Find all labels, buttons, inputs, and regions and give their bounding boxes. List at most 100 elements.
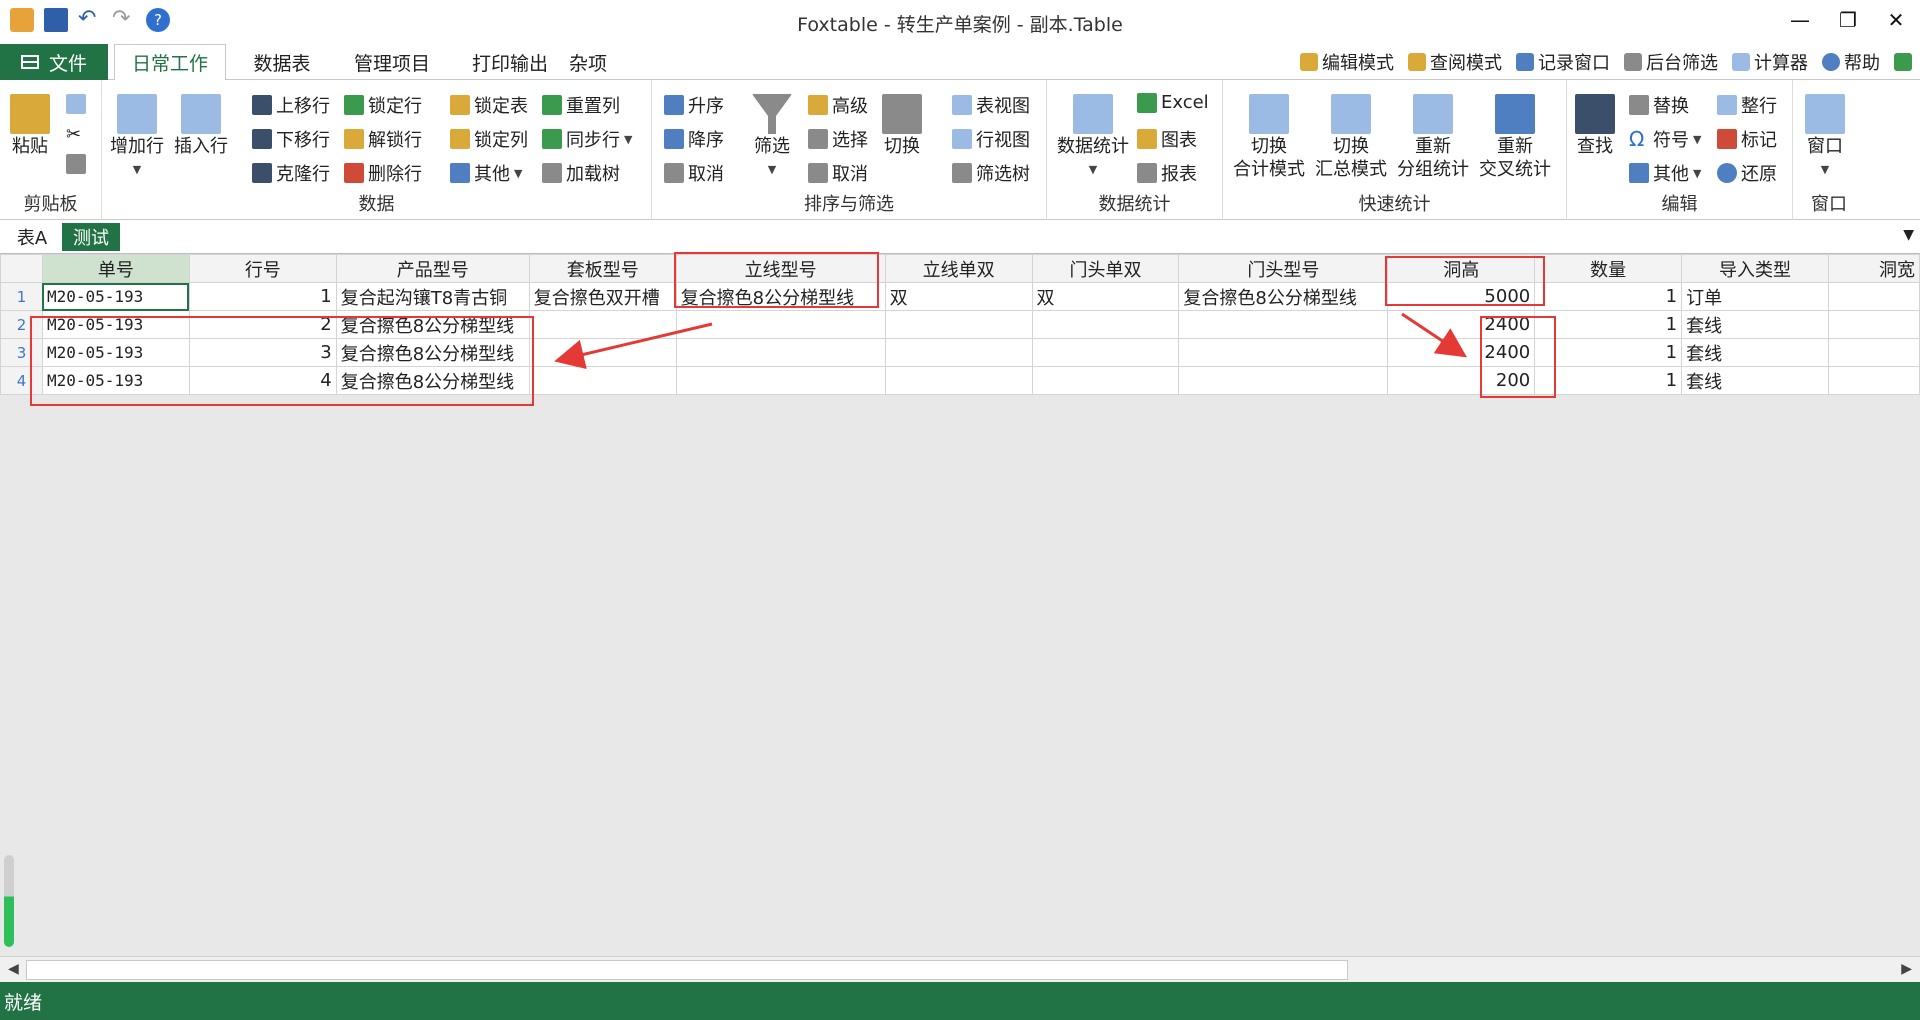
chevron-down-icon: ▼ [1820,163,1830,176]
close-button[interactable]: ✕ [1872,0,1920,40]
delete-row-button[interactable]: 删除行 [344,160,422,186]
toggle-filter-button[interactable]: 切换 [882,94,922,157]
tab-misc[interactable]: 杂项 [568,44,608,80]
group-data: 增加行 ▼ 插入行 上移行 下移行 克隆行 锁定行 解锁行 删除行 锁定表 锁定… [102,80,652,220]
chart-button[interactable]: 图表 [1137,126,1197,152]
toggle-summary-mode-button[interactable]: 切换 汇总模式 [1315,94,1387,180]
excel-button[interactable]: Excel [1137,92,1209,113]
help-button[interactable]: 帮助 [1822,49,1880,75]
title-bar: ↶ ↷ ? Foxtable - 转生产单案例 - 副本.Table — ❐ ✕ [0,0,1920,44]
copy-button[interactable] [66,94,86,114]
vertical-scrollbar-thumb[interactable] [4,855,14,947]
paste-button[interactable]: 粘贴 [10,94,50,157]
chevron-down-icon: ▼ [624,132,633,146]
move-down-button[interactable]: 下移行 [252,126,330,152]
status-text: 就绪 [4,991,43,1014]
group-data-stats: 数据统计 ▼ Excel 图表 报表 数据统计 [1047,80,1223,220]
window-icon [1805,94,1845,134]
advanced-filter-button[interactable]: 高级 [808,92,868,118]
sort-cancel-button[interactable]: 取消 [664,160,724,186]
group-window: 窗口 ▼ 窗口 [1793,80,1865,220]
sort-cancel-icon [664,163,684,183]
edit-other-button[interactable]: 其他 ▼ [1629,160,1701,186]
add-row-button[interactable]: 增加行 ▼ [110,94,164,180]
sheet-tab-test[interactable]: 测试 [62,223,120,251]
sheet-list-dropdown-icon[interactable]: ▼ [1903,227,1914,243]
tab-print-output[interactable]: 打印输出 [452,44,568,80]
sync-icon [542,129,562,149]
eraser-icon [66,154,86,174]
unlock-icon [344,129,364,149]
other-button[interactable]: 其他 ▼ [450,160,522,186]
minimize-button[interactable]: — [1776,0,1824,40]
cut-button[interactable]: ✂ [66,124,86,145]
background-filter-button[interactable]: 后台筛选 [1624,49,1718,75]
sync-row-button[interactable]: 同步行 ▼ [542,126,632,152]
window-button[interactable]: 窗口 ▼ [1805,94,1845,180]
table-view-button[interactable]: 表视图 [952,92,1030,118]
ribbon: 粘贴 ✂ 剪贴板 增加行 ▼ 插入行 上移行 下移行 克隆行 锁定行 解锁行 删… [0,80,1920,220]
load-tree-button[interactable]: 加载树 [542,160,620,186]
mark-button[interactable]: 标记 [1717,126,1777,152]
copy-icon [66,94,86,114]
view-mode-button[interactable]: 查阅模式 [1408,49,1502,75]
sheet-tab-a[interactable]: 表A [12,223,52,251]
eraser-button[interactable] [66,154,86,174]
calculator-button[interactable]: 计算器 [1732,49,1808,75]
lock-icon [450,129,470,149]
filter-button[interactable]: 筛选 ▼ [752,94,792,180]
cross-stats-icon [1495,94,1535,134]
tab-file[interactable]: 文件 [0,44,108,80]
arrow-down-icon [252,129,272,149]
edit-mode-button[interactable]: 编辑模式 [1300,49,1394,75]
row-view-button[interactable]: 行视图 [952,126,1030,152]
arrow-to-heights [1401,312,1467,358]
excel-icon [1137,92,1157,113]
tidy-row-button[interactable]: 整行 [1717,92,1777,118]
filter-tree-button[interactable]: 筛选树 [952,160,1030,186]
tab-data-table[interactable]: 数据表 [232,44,332,80]
sort-descending-button[interactable]: 降序 [664,126,724,152]
reset-column-button[interactable]: 重置列 [542,92,620,118]
chevron-down-icon: ▼ [132,163,142,176]
filter-cancel-button[interactable]: 取消 [808,160,868,186]
sort-ascending-button[interactable]: 升序 [664,92,724,118]
scroll-right-icon[interactable]: ▶ [1901,961,1912,977]
symbol-button[interactable]: Ω 符号 ▼ [1629,126,1701,152]
annotation-arrows [554,312,1467,370]
lock-icon [450,95,470,115]
data-stats-button[interactable]: 数据统计 ▼ [1057,94,1129,180]
recross-stats-button[interactable]: 重新 交叉统计 [1479,94,1551,180]
record-window-button[interactable]: 记录窗口 [1516,49,1610,75]
regroup-stats-button[interactable]: 重新 分组统计 [1397,94,1469,180]
tab-daily-work[interactable]: 日常工作 [114,44,226,81]
sort-asc-icon [664,95,684,115]
chevron-down-icon: ▼ [767,163,777,176]
advanced-filter-icon [808,95,828,115]
insert-row-button[interactable]: 插入行 [174,94,228,157]
toggle-total-mode-button[interactable]: 切换 合计模式 [1233,94,1305,180]
lock-row-button[interactable]: 锁定行 [344,92,422,118]
clone-icon [252,163,272,183]
sort-desc-icon [664,129,684,149]
add-row-icon [117,94,157,134]
lock-row-icon [344,95,364,115]
restore-edit-button[interactable]: 还原 [1717,160,1777,186]
horizontal-scrollbar[interactable]: ◀ ▶ [0,956,1920,982]
unlock-row-button[interactable]: 解锁行 [344,126,422,152]
file-menu-icon [20,55,39,69]
find-button[interactable]: 查找 [1575,94,1615,157]
select-filter-button[interactable]: 选择 [808,126,868,152]
restore-button[interactable]: ❐ [1824,0,1872,40]
report-button[interactable]: 报表 [1137,160,1197,186]
scroll-left-icon[interactable]: ◀ [8,961,19,977]
chart-icon [1137,129,1157,149]
clone-row-button[interactable]: 克隆行 [252,160,330,186]
lock-column-button[interactable]: 锁定列 [450,126,528,152]
replace-button[interactable]: 替换 [1629,92,1689,118]
horizontal-scrollbar-thumb[interactable] [26,960,1348,980]
users-button[interactable] [1894,53,1912,71]
move-up-button[interactable]: 上移行 [252,92,330,118]
lock-table-button[interactable]: 锁定表 [450,92,528,118]
tab-manage-project[interactable]: 管理项目 [332,44,452,80]
